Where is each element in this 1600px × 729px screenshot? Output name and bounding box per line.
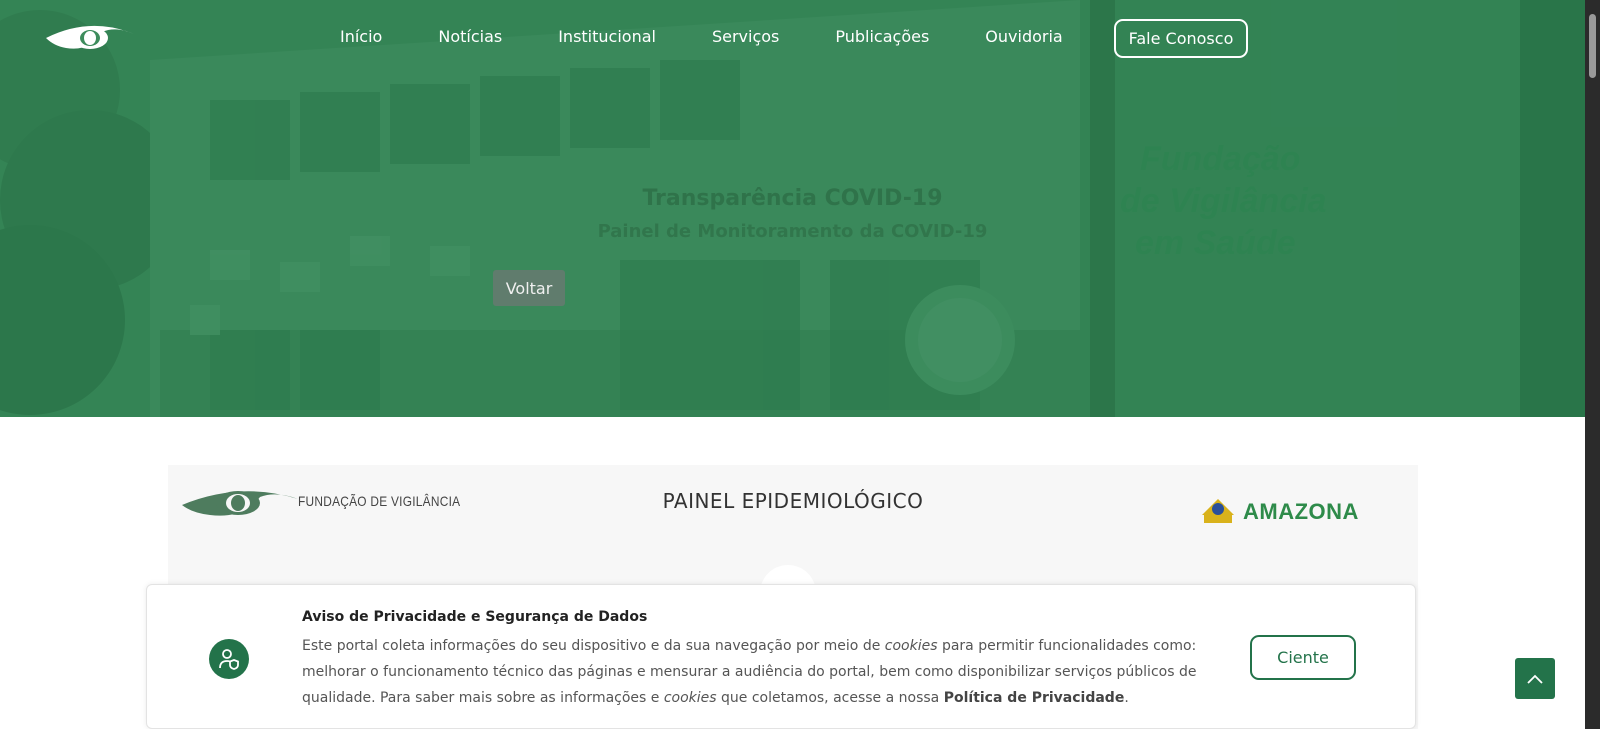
fale-conosco-button[interactable]: Fale Conosco — [1114, 19, 1248, 58]
privacy-notice-text: Este portal coleta informações do seu di… — [302, 633, 1222, 711]
accept-cookies-button[interactable]: Ciente — [1250, 635, 1356, 680]
privacy-notice: Aviso de Privacidade e Segurança de Dado… — [146, 584, 1416, 729]
page-scrollbar[interactable] — [1585, 0, 1600, 729]
chevron-up-icon — [1527, 674, 1543, 684]
notice-text-part: . — [1124, 690, 1129, 706]
notice-cookies-word: cookies — [884, 638, 938, 654]
user-shield-icon — [209, 639, 249, 679]
notice-text-part: Este portal coleta informações do seu di… — [302, 638, 885, 654]
hero-banner: Fundação de Vigilância em Saúde Início N… — [0, 0, 1585, 417]
notice-text-part: que coletamos, acesse a nossa — [716, 690, 944, 706]
amazonas-logo-text: AMAZONAS — [1243, 499, 1358, 523]
hero-subtitle: Painel de Monitoramento da COVID-19 — [597, 221, 988, 242]
nav-institucional[interactable]: Institucional — [558, 27, 656, 46]
amazonas-logo: AMAZONAS — [1198, 495, 1358, 523]
eye-logo-icon[interactable] — [44, 22, 136, 54]
back-button[interactable]: Voltar — [493, 270, 565, 306]
nav-publicacoes[interactable]: Publicações — [835, 27, 929, 46]
hero-title: Transparência COVID-19 — [642, 186, 943, 211]
notice-cookies-word: cookies — [663, 690, 717, 706]
amazonas-emblem-icon — [1202, 499, 1234, 523]
privacy-policy-link[interactable]: Política de Privacidade — [944, 690, 1125, 706]
nav-inicio[interactable]: Início — [340, 27, 382, 46]
nav-noticias[interactable]: Notícias — [438, 27, 502, 46]
main-nav: Início Notícias Institucional Serviços P… — [340, 27, 1063, 46]
back-to-top-button[interactable] — [1515, 658, 1555, 699]
scrollbar-thumb[interactable] — [1589, 14, 1596, 78]
nav-servicos[interactable]: Serviços — [712, 27, 779, 46]
privacy-notice-title: Aviso de Privacidade e Segurança de Dado… — [302, 609, 648, 625]
nav-ouvidoria[interactable]: Ouvidoria — [985, 27, 1062, 46]
